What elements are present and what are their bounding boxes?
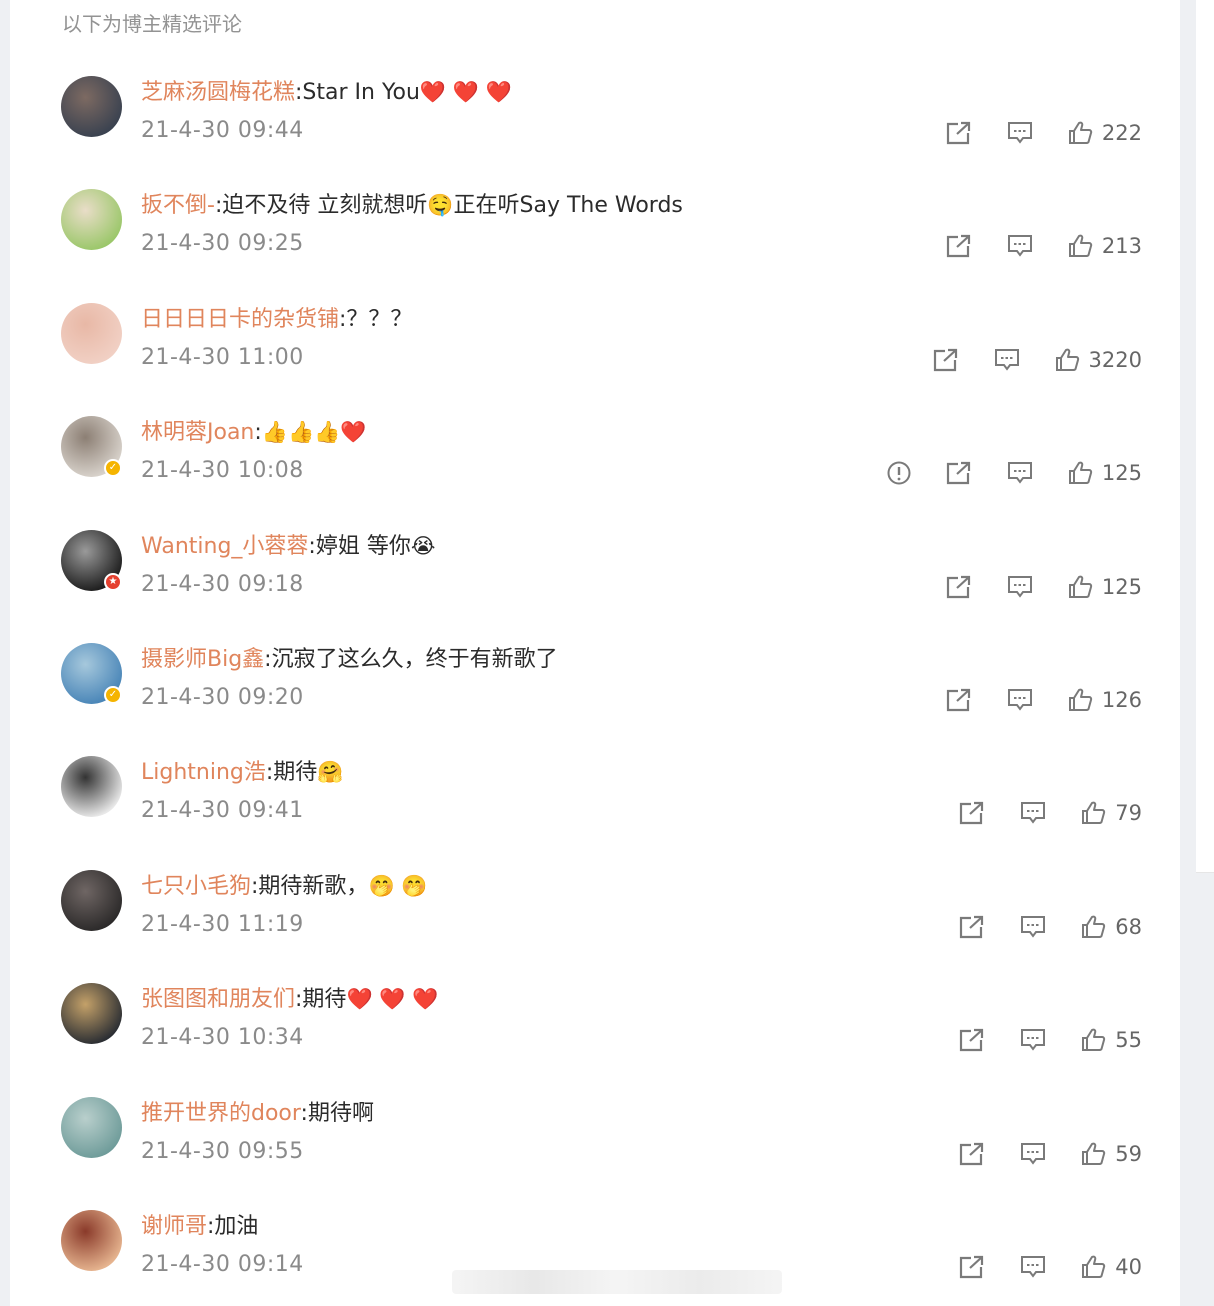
comment-text-line: Lightning浩:期待🤗 <box>141 754 343 786</box>
comment-text-line: 七只小毛狗:期待新歌，🤭 🤭 <box>141 868 427 900</box>
comment-text: :沉寂了这么久，终于有新歌了 <box>264 647 558 672</box>
comment-text-line: 扳不倒-:迫不及待 立刻就想听🤤正在听Say The Words <box>141 187 683 219</box>
emoji-icon: 🤤 <box>427 193 454 218</box>
comment-text: :期待 <box>265 760 318 786</box>
comment-text: :加油 <box>207 1214 259 1239</box>
comment-item: 推开世界的door:期待啊 21-4-30 09:55 59 <box>0 1021 1214 1166</box>
comment-item: ✓ 林明蓉Joan:👍👍👍❤️ 21-4-30 10:08 125 <box>0 340 1214 485</box>
comment-item: 七只小毛狗:期待新歌，🤭 🤭 21-4-30 11:19 68 <box>0 794 1214 939</box>
reply-icon[interactable] <box>1019 1254 1047 1280</box>
comment-text: :？？？ <box>339 306 413 332</box>
username-link[interactable]: 谢师哥 <box>141 1214 207 1239</box>
comment-text-line: 推开世界的door:期待啊 <box>141 1095 374 1127</box>
comment-item: 扳不倒-:迫不及待 立刻就想听🤤正在听Say The Words 21-4-30 … <box>0 113 1214 258</box>
comment-text: : <box>254 420 262 446</box>
comment-text: :期待啊 <box>300 1100 374 1126</box>
username-link[interactable]: 芝麻汤圆梅花糕 <box>141 80 295 105</box>
comment-text-line: 谢师哥:加油 <box>141 1208 258 1240</box>
username-link[interactable]: Lightning浩 <box>141 760 266 785</box>
like-count: 40 <box>1115 1255 1142 1279</box>
comment-text: :期待新歌， <box>251 873 369 899</box>
comment-item: 日日日日卡的杂货铺:？？？ 21-4-30 11:00 3220 <box>0 227 1214 372</box>
comment-item: 谢师哥:加油 21-4-30 09:14 40 <box>0 1134 1214 1279</box>
username-link[interactable]: Wanting_小蓉蓉 <box>141 534 308 559</box>
blurred-watermark <box>452 1270 782 1294</box>
emoji-icon: 🤭 🤭 <box>368 873 428 898</box>
emoji-icon: ❤️ ❤️ ❤️ <box>419 80 512 104</box>
username-link[interactable]: 林明蓉Joan <box>141 420 254 445</box>
avatar[interactable] <box>61 1210 122 1271</box>
thumbs-up-icon <box>1080 1254 1106 1280</box>
comment-text: :Star In You <box>295 80 420 105</box>
like-button[interactable]: 40 <box>1080 1254 1142 1280</box>
comment-text-continued: 正在听Say The Words <box>453 193 683 219</box>
username-link[interactable]: 摄影师Big鑫 <box>141 647 264 672</box>
comment-text-line: Wanting_小蓉蓉:婷姐 等你😭 <box>141 528 435 560</box>
emoji-icon: 👍👍👍❤️ <box>261 420 367 445</box>
comment-text-line: 日日日日卡的杂货铺:？？？ <box>141 301 412 333</box>
comment-text-line: 摄影师Big鑫:沉寂了这么久，终于有新歌了 <box>141 641 558 673</box>
emoji-icon: 😭 <box>410 533 436 558</box>
emoji-icon: 🤗 <box>317 760 344 785</box>
comment-timestamp: 21-4-30 09:14 <box>141 1252 304 1277</box>
username-link[interactable]: 张图图和朋友们 <box>141 987 295 1012</box>
comment-item: ✓ 摄影师Big鑫:沉寂了这么久，终于有新歌了 21-4-30 09:20 126 <box>0 567 1214 712</box>
comment-item: ★ Wanting_小蓉蓉:婷姐 等你😭 21-4-30 09:18 125 <box>0 454 1214 599</box>
comment-text: :婷姐 等你 <box>308 533 411 559</box>
comment-text-line: 张图图和朋友们:期待❤️ ❤️ ❤️ <box>141 981 438 1013</box>
comment-text-line: 芝麻汤圆梅花糕:Star In You❤️ ❤️ ❤️ <box>141 74 512 106</box>
username-link[interactable]: 推开世界的door <box>141 1101 301 1126</box>
comment-text: :迫不及待 立刻就想听 <box>214 193 428 219</box>
comment-actions: 40 <box>925 1252 1142 1282</box>
username-link[interactable]: 七只小毛狗 <box>141 874 251 899</box>
username-link[interactable]: 扳不倒- <box>141 193 215 218</box>
comment-text: :期待 <box>295 987 347 1013</box>
comment-item: 芝麻汤圆梅花糕:Star In You❤️ ❤️ ❤️ 21-4-30 09:44… <box>0 0 1214 145</box>
username-link[interactable]: 日日日日卡的杂货铺 <box>141 307 339 332</box>
comment-item: 张图图和朋友们:期待❤️ ❤️ ❤️ 21-4-30 10:34 55 <box>0 907 1214 1052</box>
emoji-icon: ❤️ ❤️ ❤️ <box>346 987 439 1012</box>
comment-item: Lightning浩:期待🤗 21-4-30 09:41 79 <box>0 680 1214 825</box>
comment-text-line: 林明蓉Joan:👍👍👍❤️ <box>141 414 366 446</box>
share-icon[interactable] <box>958 1254 986 1280</box>
